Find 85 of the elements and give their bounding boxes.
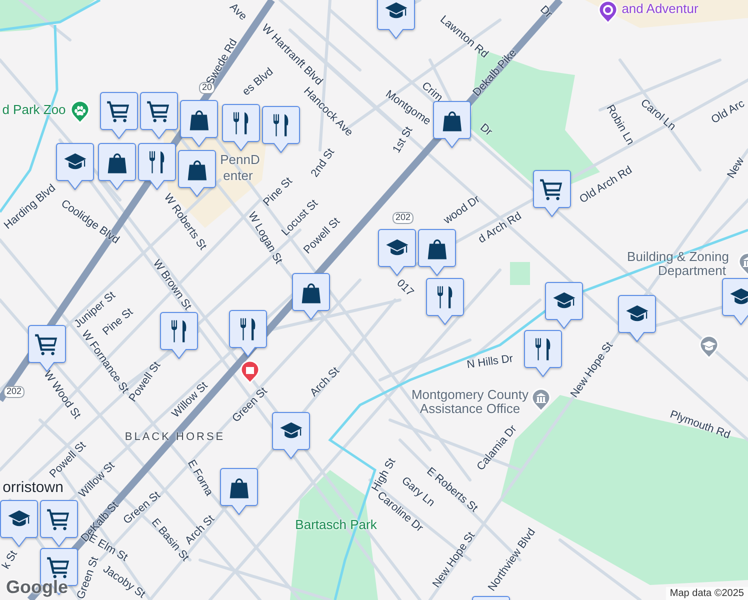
school-marker[interactable] bbox=[545, 282, 583, 329]
school-marker[interactable] bbox=[56, 143, 94, 190]
building-icon[interactable] bbox=[531, 388, 551, 412]
route-shield: 202 bbox=[392, 212, 414, 224]
grocery-marker[interactable] bbox=[140, 92, 178, 139]
paw-icon[interactable] bbox=[70, 100, 90, 124]
restaurant-marker[interactable] bbox=[524, 330, 562, 377]
restaurant-marker[interactable] bbox=[138, 143, 176, 190]
grocery-marker[interactable] bbox=[533, 170, 571, 217]
restaurant-marker[interactable] bbox=[262, 106, 300, 153]
shop-marker[interactable] bbox=[180, 100, 218, 147]
street-label: Pine St bbox=[261, 175, 295, 209]
graduation-cap-icon bbox=[386, 239, 408, 256]
school-marker[interactable] bbox=[272, 412, 310, 459]
graduation-cap-icon bbox=[280, 422, 302, 438]
street-label: N Hills Dr bbox=[466, 352, 514, 372]
place-label: enter bbox=[223, 168, 253, 184]
shop-marker[interactable] bbox=[433, 101, 471, 148]
school-marker[interactable] bbox=[377, 0, 415, 39]
shopping-bag-icon bbox=[108, 153, 127, 174]
shopping-cart-icon bbox=[47, 509, 70, 530]
shopping-bag-icon bbox=[302, 283, 321, 304]
graduation-cap-icon bbox=[8, 510, 30, 526]
graduation-cap-icon bbox=[730, 288, 748, 304]
school-marker[interactable] bbox=[618, 295, 656, 342]
neighborhood-label: BLACK HORSE bbox=[124, 430, 226, 444]
graduation-cap-icon bbox=[626, 305, 648, 322]
street-label: Old Arch Rd bbox=[578, 164, 634, 206]
street-label: Old Arc bbox=[709, 98, 747, 126]
park-area bbox=[510, 262, 530, 285]
shopping-bag-icon bbox=[230, 478, 249, 498]
fork-knife-icon bbox=[274, 114, 288, 136]
school-marker[interactable] bbox=[0, 500, 38, 547]
attraction-label: and Adventur bbox=[622, 2, 698, 16]
school-marker[interactable] bbox=[378, 229, 416, 276]
grocery-marker[interactable] bbox=[40, 500, 78, 547]
shopping-cart-icon bbox=[107, 101, 130, 122]
graduation-cap-icon[interactable] bbox=[699, 335, 719, 359]
fork-knife-icon bbox=[240, 318, 256, 340]
fork-knife-icon bbox=[438, 286, 452, 308]
graduation-cap-icon bbox=[553, 292, 576, 308]
graduation-cap-icon bbox=[64, 153, 86, 170]
grocery-marker[interactable] bbox=[100, 92, 138, 139]
street-label: d Arch Rd bbox=[476, 210, 524, 246]
street-label: Green St bbox=[74, 555, 102, 600]
place-label: Assistance Office bbox=[420, 402, 520, 416]
restaurant-marker[interactable] bbox=[160, 312, 198, 359]
shop-marker[interactable] bbox=[292, 273, 330, 320]
city-label: orristown bbox=[2, 480, 64, 496]
shop-marker[interactable] bbox=[220, 468, 258, 515]
map-attribution: Map data ©2025 bbox=[666, 587, 748, 600]
shopping-cart-icon bbox=[35, 334, 58, 356]
restaurant-marker[interactable] bbox=[229, 310, 267, 357]
street-label: Ave bbox=[227, 1, 249, 23]
graduation-cap-icon bbox=[385, 2, 408, 18]
street-label: Dr bbox=[538, 4, 554, 20]
route-shield: 20 bbox=[199, 82, 215, 94]
shopping-bag-icon bbox=[428, 239, 447, 260]
shopping-bag-icon bbox=[188, 160, 207, 180]
fork-knife-icon bbox=[150, 151, 164, 174]
place-label: Montgomery County bbox=[411, 388, 529, 402]
attraction-icon[interactable] bbox=[598, 0, 618, 24]
hospital-icon[interactable] bbox=[240, 360, 260, 384]
place-label: Department bbox=[658, 264, 726, 278]
street-label: k St bbox=[0, 548, 20, 572]
street-label: 2nd St bbox=[308, 146, 338, 180]
shopping-bag-icon bbox=[190, 110, 209, 130]
fork-knife-icon bbox=[172, 320, 186, 342]
shopping-bag-icon bbox=[442, 111, 462, 132]
fork-knife-icon bbox=[536, 338, 550, 360]
shop-marker[interactable] bbox=[98, 143, 136, 190]
restaurant-marker[interactable] bbox=[426, 278, 464, 325]
shopping-cart-icon bbox=[540, 179, 562, 200]
shopping-cart-icon bbox=[147, 101, 170, 122]
fork-knife-icon bbox=[234, 112, 248, 134]
street-label: 017 bbox=[394, 277, 416, 299]
shopping-cart-icon bbox=[47, 557, 70, 578]
street-label: Dr bbox=[478, 122, 494, 138]
shop-marker[interactable] bbox=[178, 150, 216, 197]
shop-marker[interactable] bbox=[418, 229, 456, 276]
route-shield: 202 bbox=[3, 386, 25, 398]
street-label: 1st St bbox=[390, 124, 416, 156]
restaurant-marker[interactable] bbox=[222, 104, 260, 151]
place-label: PennD bbox=[220, 152, 260, 168]
park-label: Bartasch Park bbox=[295, 518, 377, 532]
